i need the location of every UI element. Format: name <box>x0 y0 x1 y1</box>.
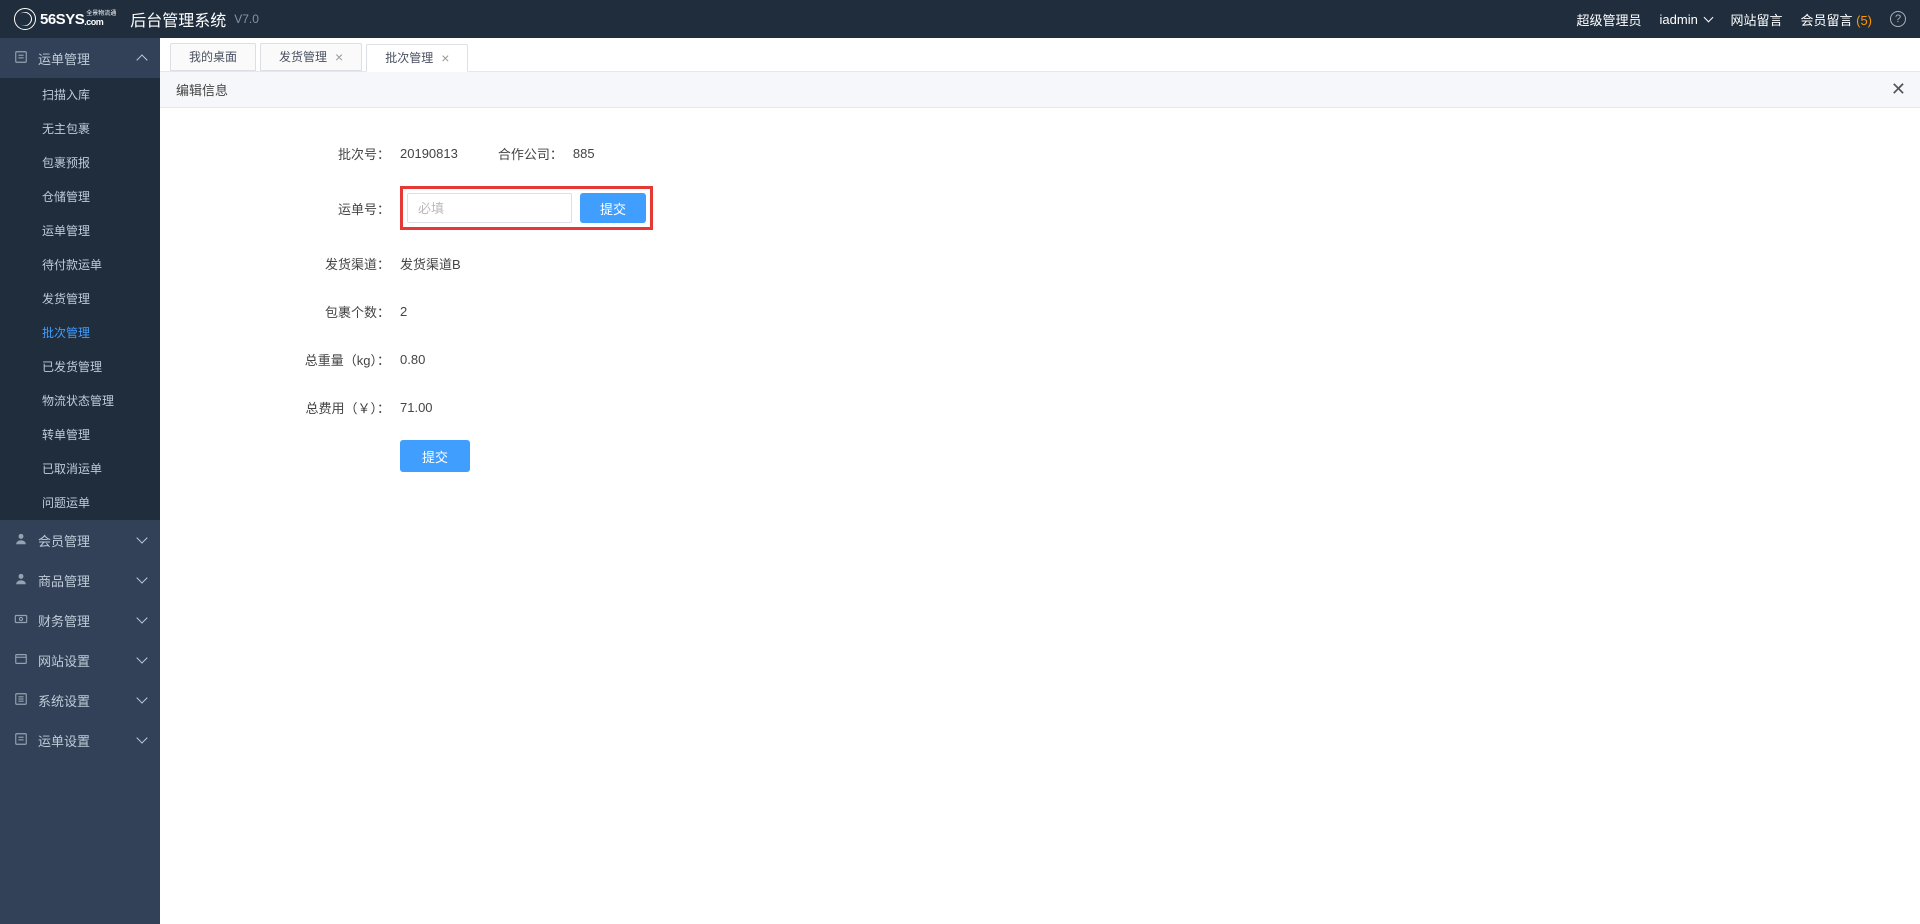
submenu-item[interactable]: 扫描入库 <box>0 78 160 112</box>
submenu-item[interactable]: 问题运单 <box>0 486 160 520</box>
user-dropdown[interactable]: iadmin <box>1660 12 1713 27</box>
submenu-item[interactable]: 已取消运单 <box>0 452 160 486</box>
menu-group-label: 财务管理 <box>38 611 90 630</box>
header-right: 超级管理员 iadmin 网站留言 会员留言 (5) ? <box>1577 10 1906 29</box>
waybill-input[interactable] <box>407 193 572 223</box>
batch-label: 批次号： <box>200 144 400 163</box>
channel-value: 发货渠道B <box>400 254 461 273</box>
member-msg-label: 会员留言 <box>1800 13 1852 28</box>
weight-label: 总重量（kg）： <box>200 350 400 369</box>
tab-label: 发货管理 <box>279 43 327 71</box>
member-msg-count: (5) <box>1856 13 1872 28</box>
chevron-down-icon <box>1704 12 1714 22</box>
waybill-label: 运单号： <box>200 199 400 218</box>
tab-label: 批次管理 <box>385 44 433 72</box>
weight-value: 0.80 <box>400 352 425 367</box>
submenu: 扫描入库无主包裹包裹预报仓储管理运单管理待付款运单发货管理批次管理已发货管理物流… <box>0 78 160 520</box>
chevron-down-icon <box>136 612 147 623</box>
chevron-up-icon <box>136 54 147 65</box>
menu-group-head[interactable]: 网站设置 <box>0 640 160 680</box>
menu-group-label: 运单设置 <box>38 731 90 750</box>
doc-icon <box>14 732 28 749</box>
site-message-link[interactable]: 网站留言 <box>1730 10 1782 29</box>
main-area: 我的桌面 发货管理 × 批次管理 × 编辑信息 ✕ 批次号： 20190813 合作公司… <box>160 38 1920 924</box>
doc-icon <box>14 50 28 67</box>
tab[interactable]: 我的桌面 <box>170 43 256 71</box>
menu-group-label: 系统设置 <box>38 691 90 710</box>
fee-value: 71.00 <box>400 400 433 415</box>
close-icon[interactable]: × <box>335 43 343 71</box>
logo-icon <box>14 8 36 30</box>
menu-group-head[interactable]: 财务管理 <box>0 600 160 640</box>
chevron-down-icon <box>136 532 147 543</box>
tab[interactable]: 批次管理 × <box>366 44 468 72</box>
site-icon <box>14 652 28 669</box>
panel-header: 编辑信息 ✕ <box>160 72 1920 108</box>
gear-icon <box>14 692 28 709</box>
user-name: iadmin <box>1660 12 1698 27</box>
submenu-item[interactable]: 物流状态管理 <box>0 384 160 418</box>
submenu-item[interactable]: 无主包裹 <box>0 112 160 146</box>
user-icon <box>14 532 28 549</box>
logo[interactable]: 56SYS 全景物流通 .com <box>14 8 116 30</box>
system-title: 后台管理系统 <box>130 7 226 31</box>
submenu-item[interactable]: 包裹预报 <box>0 146 160 180</box>
submenu-item[interactable]: 发货管理 <box>0 282 160 316</box>
system-version: V7.0 <box>234 12 259 26</box>
logo-text-main: 56SYS <box>40 11 84 28</box>
company-label: 合作公司： <box>498 144 563 163</box>
close-icon[interactable]: × <box>441 44 449 72</box>
panel-title: 编辑信息 <box>176 80 228 99</box>
submit-button[interactable]: 提交 <box>400 440 470 472</box>
menu-group-label: 运单管理 <box>38 49 90 68</box>
fee-label: 总费用（￥）： <box>200 398 400 417</box>
close-icon[interactable]: ✕ <box>1891 79 1906 100</box>
count-label: 包裹个数： <box>200 302 400 321</box>
chevron-down-icon <box>136 652 147 663</box>
tab-label: 我的桌面 <box>189 43 237 71</box>
money-icon <box>14 612 28 629</box>
count-value: 2 <box>400 304 407 319</box>
submenu-item[interactable]: 已发货管理 <box>0 350 160 384</box>
company-value: 885 <box>573 146 595 161</box>
submenu-item[interactable]: 仓储管理 <box>0 180 160 214</box>
menu-group-head[interactable]: 会员管理 <box>0 520 160 560</box>
menu-group-head[interactable]: 系统设置 <box>0 680 160 720</box>
channel-label: 发货渠道： <box>200 254 400 273</box>
menu-group-head[interactable]: 商品管理 <box>0 560 160 600</box>
chevron-down-icon <box>136 572 147 583</box>
menu-group-head[interactable]: 运单管理 <box>0 38 160 78</box>
submenu-item[interactable]: 待付款运单 <box>0 248 160 282</box>
submenu-item[interactable]: 运单管理 <box>0 214 160 248</box>
waybill-submit-button[interactable]: 提交 <box>580 193 646 223</box>
tab[interactable]: 发货管理 × <box>260 43 362 71</box>
menu-group-head[interactable]: 运单设置 <box>0 720 160 760</box>
tab-bar: 我的桌面 发货管理 × 批次管理 × <box>160 38 1920 72</box>
menu-group-label: 网站设置 <box>38 651 90 670</box>
member-message-link[interactable]: 会员留言 (5) <box>1800 10 1872 29</box>
batch-value: 20190813 <box>400 146 458 161</box>
chevron-down-icon <box>136 732 147 743</box>
form-content: 批次号： 20190813 合作公司： 885 运单号： 提交 发货渠道： <box>160 108 1920 924</box>
submenu-item[interactable]: 批次管理 <box>0 316 160 350</box>
help-icon[interactable]: ? <box>1890 11 1906 27</box>
submenu-item[interactable]: 转单管理 <box>0 418 160 452</box>
menu-group-label: 会员管理 <box>38 531 90 550</box>
user-icon <box>14 572 28 589</box>
top-header: 56SYS 全景物流通 .com 后台管理系统 V7.0 超级管理员 iadmi… <box>0 0 1920 38</box>
logo-tld: .com <box>84 18 116 27</box>
menu-group-label: 商品管理 <box>38 571 90 590</box>
chevron-down-icon <box>136 692 147 703</box>
highlighted-input-group: 提交 <box>400 186 653 230</box>
sidebar: 运单管理扫描入库无主包裹包裹预报仓储管理运单管理待付款运单发货管理批次管理已发货… <box>0 38 160 924</box>
role-label: 超级管理员 <box>1577 10 1642 29</box>
